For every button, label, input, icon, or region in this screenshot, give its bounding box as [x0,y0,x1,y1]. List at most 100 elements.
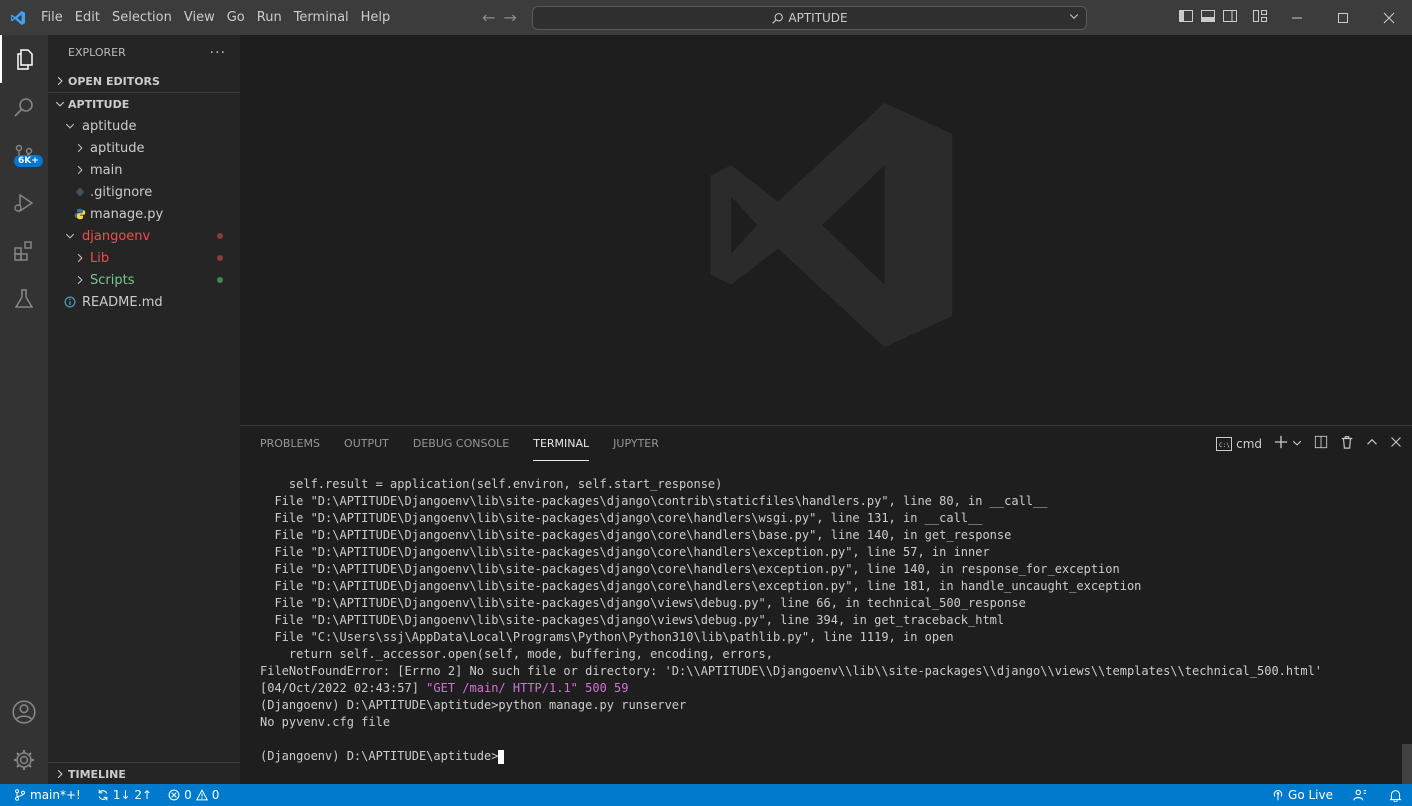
terminal-shell-selector[interactable]: C:\ cmd [1216,436,1262,451]
chevron-right-icon [72,275,88,285]
vscode-logo-icon [0,0,35,35]
tree-label: main [90,162,123,178]
back-arrow-icon[interactable]: ← [482,8,495,27]
tree-label: README.md [82,294,163,310]
trash-icon[interactable] [1340,435,1354,452]
sync-counts: 1↓ 2↑ [112,788,153,802]
search-icon[interactable] [0,83,48,131]
tree-folder-scripts[interactable]: Scripts [48,269,240,291]
toggle-panel-icon[interactable] [1200,8,1216,28]
settings-gear-icon[interactable] [0,736,48,784]
terminal-scrollbar[interactable] [1402,744,1412,784]
menu-file[interactable]: File [35,0,69,35]
chevron-down-icon [1068,10,1080,25]
testing-flask-icon[interactable] [0,275,48,323]
terminal-line: File "D:\APTITUDE\Djangoenv\lib\site-pac… [260,511,983,525]
tab-jupyter[interactable]: JUPYTER [613,426,659,461]
command-center-label: APTITUDE [788,11,848,25]
menu-view[interactable]: View [178,0,221,35]
tree-folder-main[interactable]: main [48,159,240,181]
git-status-dot [217,233,223,239]
info-icon [62,296,78,308]
open-editors-section[interactable]: OPEN EDITORS [48,70,240,92]
menu-run[interactable]: Run [251,0,288,35]
log-timestamp: [04/Oct/2022 02:43:57] [260,681,427,695]
terminal-output[interactable]: self.result = application(self.environ, … [260,476,1322,765]
problems-status[interactable]: 0 0 [160,784,227,806]
account-icon[interactable] [0,688,48,736]
tree-file-gitignore[interactable]: .gitignore [48,181,240,203]
terminal-line: File "D:\APTITUDE\Djangoenv\lib\site-pac… [260,579,1142,593]
broadcast-icon [1273,790,1283,801]
timeline-section[interactable]: TIMELINE [48,762,240,784]
command-center[interactable]: APTITUDE [532,6,1087,30]
explorer-sidebar: EXPLORER ··· OPEN EDITORS APTITUDE aptit… [48,35,240,784]
more-actions-icon[interactable]: ··· [210,45,226,61]
feedback-icon[interactable] [1341,784,1379,806]
sync-status[interactable]: 1↓ 2↑ [89,784,160,806]
maximize-icon[interactable] [1320,0,1366,35]
tree-folder-djangoenv[interactable]: djangoenv [48,225,240,247]
git-branch-icon [15,789,25,801]
close-icon[interactable] [1366,0,1412,35]
shell-name: cmd [1236,436,1262,451]
chevron-down-icon[interactable] [1292,437,1302,451]
branch-status[interactable]: main*+! [0,784,89,806]
editor-area [240,35,1412,425]
menu-selection[interactable]: Selection [106,0,178,35]
chevron-down-icon [52,99,68,109]
extensions-icon[interactable] [0,227,48,275]
run-debug-icon[interactable] [0,179,48,227]
split-terminal-icon[interactable] [1314,435,1328,452]
layout-controls [1178,0,1268,35]
new-terminal-icon[interactable] [1274,435,1288,452]
menu-go[interactable]: Go [221,0,251,35]
warning-icon [195,789,208,801]
notifications-bell-icon[interactable] [1379,784,1412,806]
workspace-section[interactable]: APTITUDE [48,93,240,115]
panel-tabs: PROBLEMS OUTPUT DEBUG CONSOLE TERMINAL J… [260,426,659,461]
tab-output[interactable]: OUTPUT [344,426,389,461]
terminal-line: return self._accessor.open(self, mode, b… [260,647,773,661]
tree-folder-aptitude-root[interactable]: aptitude [48,115,240,137]
window-controls [1274,0,1412,35]
maximize-panel-icon[interactable] [1366,436,1378,451]
toggle-secondary-sidebar-icon[interactable] [1222,8,1238,28]
warning-count: 0 [211,788,220,802]
forward-arrow-icon[interactable]: → [503,8,516,27]
terminal-line: File "D:\APTITUDE\Djangoenv\lib\site-pac… [260,596,1026,610]
toggle-primary-sidebar-icon[interactable] [1178,8,1194,28]
terminal-line: self.result = application(self.environ, … [260,477,723,491]
tab-problems[interactable]: PROBLEMS [260,426,320,461]
tree-file-readme[interactable]: README.md [48,291,240,313]
terminal-log-line: [04/Oct/2022 02:43:57] "GET /main/ HTTP/… [260,680,1322,697]
minimize-icon[interactable] [1274,0,1320,35]
tab-debug-console[interactable]: DEBUG CONSOLE [413,426,509,461]
activity-bar: 6K+ [0,35,48,784]
tree-folder-lib[interactable]: Lib [48,247,240,269]
customize-layout-icon[interactable] [1252,8,1268,28]
tree-label: aptitude [82,118,137,134]
git-status-dot [217,277,223,283]
tree-label: manage.py [90,206,164,222]
terminal-line: File "D:\APTITUDE\Djangoenv\lib\site-pac… [260,528,1012,542]
svg-text:C:\: C:\ [1219,442,1230,449]
error-count: 0 [184,788,192,802]
tree-folder-aptitude[interactable]: aptitude [48,137,240,159]
explorer-icon[interactable] [0,35,48,83]
navigation-arrows: ← → [482,0,517,35]
chevron-down-icon [62,231,78,241]
tab-terminal[interactable]: TERMINAL [533,426,590,461]
chevron-right-icon [72,165,88,175]
tree-file-manage-py[interactable]: manage.py [48,203,240,225]
chevron-right-icon [72,253,88,263]
vscode-watermark-logo-icon [700,95,960,359]
close-panel-icon[interactable] [1390,436,1402,451]
terminal-prompt: (Djangoenv) D:\APTITUDE\aptitude> [260,749,499,763]
terminal-line: File "D:\APTITUDE\Djangoenv\lib\site-pac… [260,613,1005,627]
menu-edit[interactable]: Edit [69,0,106,35]
go-live-button[interactable]: Go Live [1264,784,1341,806]
menu-help[interactable]: Help [355,0,397,35]
menu-terminal[interactable]: Terminal [288,0,355,35]
chevron-right-icon [52,769,68,779]
